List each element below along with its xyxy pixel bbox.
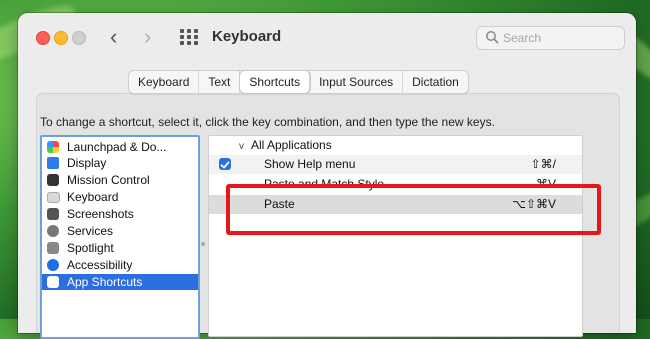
search-input[interactable] [503,29,615,47]
search-icon [486,31,499,44]
split-handle[interactable] [201,242,205,246]
zoom-button[interactable] [72,31,86,45]
category-item-launchpad[interactable]: Launchpad & Do... [42,139,198,155]
app-shortcuts-icon [47,276,59,288]
minimize-button[interactable] [54,31,68,45]
tab-keyboard[interactable]: Keyboard [129,71,200,93]
instructions-text: To change a shortcut, select it, click t… [40,115,495,129]
shortcut-name: Show Help menu [264,157,356,171]
shortcut-keys[interactable]: ⇧⌘/ [531,155,556,174]
close-button[interactable] [36,31,50,45]
mission-control-icon [47,174,59,186]
annotation-highlight-box [226,184,601,235]
category-item-screenshots[interactable]: Screenshots [42,206,198,222]
spotlight-icon [47,242,59,254]
shortcuts-table: v All Applications Show Help menu ⇧⌘/ Pa… [208,135,583,337]
launchpad-icon [47,141,59,153]
category-item-accessibility[interactable]: Accessibility [42,257,198,273]
category-item-spotlight[interactable]: Spotlight [42,240,198,256]
disclosure-chevron-icon[interactable]: v [239,137,244,156]
title-bar: ‹ › Keyboard [18,13,636,63]
tab-text[interactable]: Text [199,71,241,93]
display-icon [47,157,59,169]
group-label: All Applications [251,138,332,152]
back-button[interactable]: ‹ [110,25,117,49]
screenshots-icon [47,208,59,220]
category-item-app-shortcuts[interactable]: App Shortcuts [42,274,198,290]
forward-button[interactable]: › [144,25,151,49]
keyboard-icon [47,192,60,203]
tab-shortcuts[interactable]: Shortcuts [240,71,311,93]
checkbox-checked-icon[interactable] [219,158,231,170]
window-title: Keyboard [212,28,282,45]
category-item-display[interactable]: Display [42,155,198,171]
shortcut-category-list: Launchpad & Do... Display Mission Contro… [40,135,200,339]
tab-input-sources[interactable]: Input Sources [310,71,404,93]
shortcut-group-row[interactable]: v All Applications [209,136,582,155]
tab-bar: Keyboard Text Shortcuts Input Sources Di… [128,70,469,94]
services-icon [47,225,59,237]
search-field[interactable] [476,26,625,50]
show-all-grid-icon[interactable] [180,29,198,45]
accessibility-icon [47,259,59,271]
category-item-services[interactable]: Services [42,223,198,239]
category-item-mission-control[interactable]: Mission Control [42,172,198,188]
tab-dictation[interactable]: Dictation [403,71,468,93]
category-item-keyboard[interactable]: Keyboard [42,189,198,205]
shortcut-row[interactable]: Show Help menu ⇧⌘/ [209,155,582,174]
